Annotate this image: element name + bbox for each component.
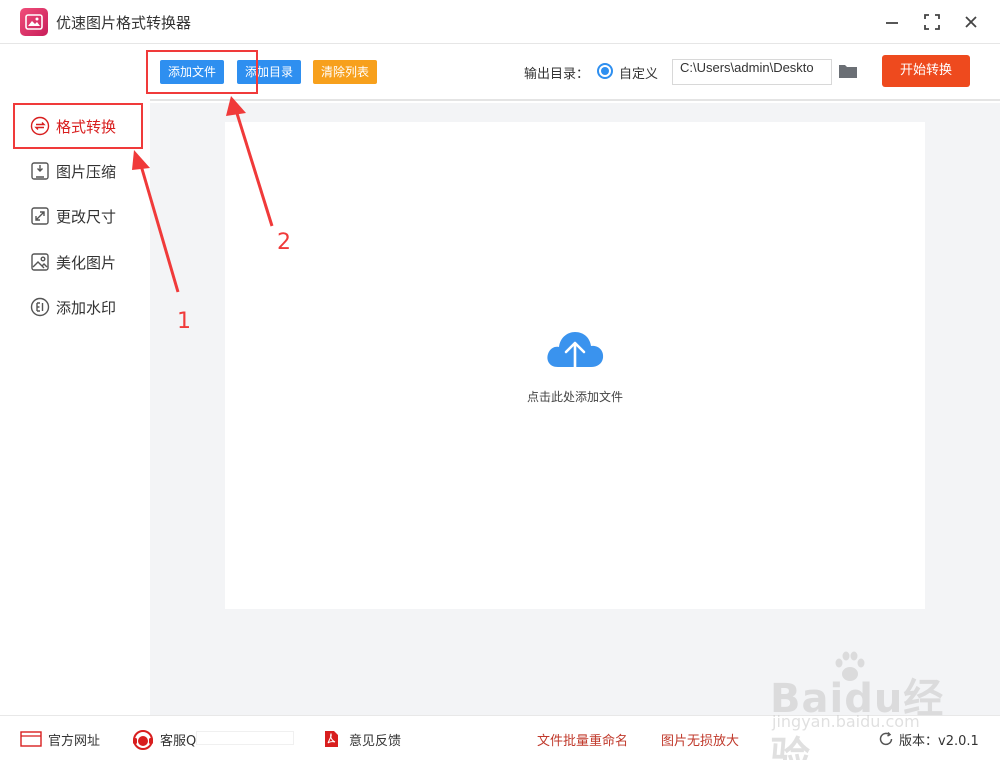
app-logo-icon <box>20 8 48 36</box>
sidebar-item-label: 美化图片 <box>56 254 117 272</box>
minimize-icon[interactable] <box>880 10 904 34</box>
sidebar-item-label: 图片压缩 <box>56 163 117 181</box>
watermark-icon <box>30 297 50 317</box>
cloud-upload-icon <box>544 327 606 379</box>
custom-radio-label[interactable]: 自定义 <box>619 63 658 82</box>
redacted-field <box>196 731 294 745</box>
title-bar: 优速图片格式转换器 <box>0 0 1000 44</box>
folder-icon[interactable] <box>838 63 858 83</box>
clear-list-button[interactable]: 清除列表 <box>313 60 378 84</box>
annotation-number-1: 1 <box>177 309 191 334</box>
baidu-watermark: Baidu经验 jingyan.baidu.com <box>760 648 980 760</box>
website-icon <box>20 731 42 751</box>
drop-hint-text: 点击此处添加文件 <box>526 390 623 404</box>
sidebar-item-label: 格式转换 <box>56 118 117 136</box>
pdf-feedback-icon <box>322 730 340 752</box>
batch-rename-link[interactable]: 文件批量重命名 <box>537 730 628 749</box>
compress-icon <box>30 161 50 181</box>
app-title: 优速图片格式转换器 <box>56 14 192 32</box>
custom-radio[interactable] <box>597 63 613 79</box>
add-directory-button[interactable]: 添加目录 <box>237 60 302 84</box>
lossless-enlarge-link[interactable]: 图片无损放大 <box>661 730 739 749</box>
customer-service-icon <box>132 729 154 755</box>
website-label: 官方网址 <box>48 734 101 749</box>
sidebar-item-label: 更改尺寸 <box>56 208 117 226</box>
file-drop-zone[interactable]: 点击此处添加文件 <box>225 122 925 609</box>
annotation-number-2: 2 <box>277 230 291 255</box>
output-path-input[interactable]: C:\Users\admin\Deskto <box>672 59 832 85</box>
output-dir-label: 输出目录： <box>524 67 590 82</box>
sidebar-item-label: 添加水印 <box>56 299 117 317</box>
beautify-icon <box>30 252 50 272</box>
main-area: 点击此处添加文件 <box>150 103 1000 715</box>
maximize-icon[interactable] <box>920 10 944 34</box>
sidebar: 格式转换 图片压缩 更改尺寸 美化图片 添加水印 <box>0 45 150 715</box>
feedback-label: 意见反馈 <box>349 734 402 749</box>
add-file-button[interactable]: 添加文件 <box>160 60 225 84</box>
resize-icon <box>30 206 50 226</box>
watermark-url: jingyan.baidu.com <box>772 712 920 731</box>
convert-icon <box>30 116 50 136</box>
close-icon[interactable] <box>959 10 983 34</box>
start-convert-button[interactable]: 开始转换 <box>882 55 970 87</box>
toolbar: 添加文件 添加目录 清除列表 输出目录： 自定义 C:\Users\admin\… <box>150 45 1000 101</box>
customer-service-label: 客服Q <box>160 734 197 749</box>
